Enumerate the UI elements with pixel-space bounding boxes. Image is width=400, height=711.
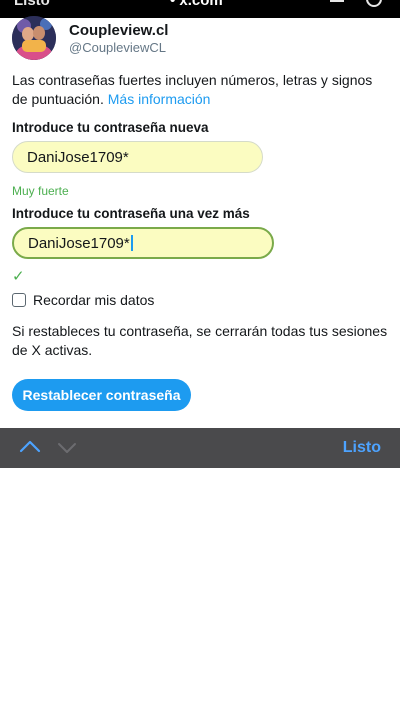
sessions-note: Si restableces tu contraseña, se cerrará… xyxy=(12,323,388,358)
confirm-password-label: Introduce tu contraseña una vez más xyxy=(12,206,250,221)
reset-password-button[interactable]: Restablecer contraseña xyxy=(12,379,191,411)
new-password-label: Introduce tu contraseña nueva xyxy=(12,120,209,135)
remember-checkbox[interactable] xyxy=(12,293,26,307)
remember-label: Recordar mis datos xyxy=(33,292,155,308)
chevron-up-icon[interactable] xyxy=(18,438,42,454)
new-password-value: DaniJose1709* xyxy=(27,148,129,166)
keyboard-done-button[interactable]: Listo xyxy=(343,439,381,457)
checkmark-icon: ✓ xyxy=(12,268,25,285)
new-password-field[interactable]: DaniJose1709* xyxy=(12,141,263,173)
menu-icon[interactable] xyxy=(330,0,344,2)
more-info-link[interactable]: Más información xyxy=(108,91,211,107)
avatar xyxy=(12,16,56,60)
browser-status-bar: Listo • x.com xyxy=(0,0,400,18)
browser-done-button[interactable]: Listo xyxy=(14,0,50,9)
reload-icon[interactable] xyxy=(366,0,382,7)
password-strength: Muy fuerte xyxy=(12,184,69,198)
confirm-password-field[interactable]: DaniJose1709* xyxy=(12,227,274,259)
text-caret xyxy=(130,235,133,251)
browser-address: • x.com xyxy=(170,0,223,9)
chevron-down-icon[interactable] xyxy=(56,440,78,456)
account-handle: @CoupleviewCL xyxy=(69,40,167,55)
remember-option[interactable]: Recordar mis datos xyxy=(12,292,154,308)
confirm-password-value: DaniJose1709* xyxy=(28,234,130,252)
account-name: Coupleview.cl xyxy=(69,22,169,39)
keyboard-toolbar: Listo xyxy=(0,428,400,468)
password-tip: Las contraseñas fuertes incluyen números… xyxy=(12,71,390,109)
